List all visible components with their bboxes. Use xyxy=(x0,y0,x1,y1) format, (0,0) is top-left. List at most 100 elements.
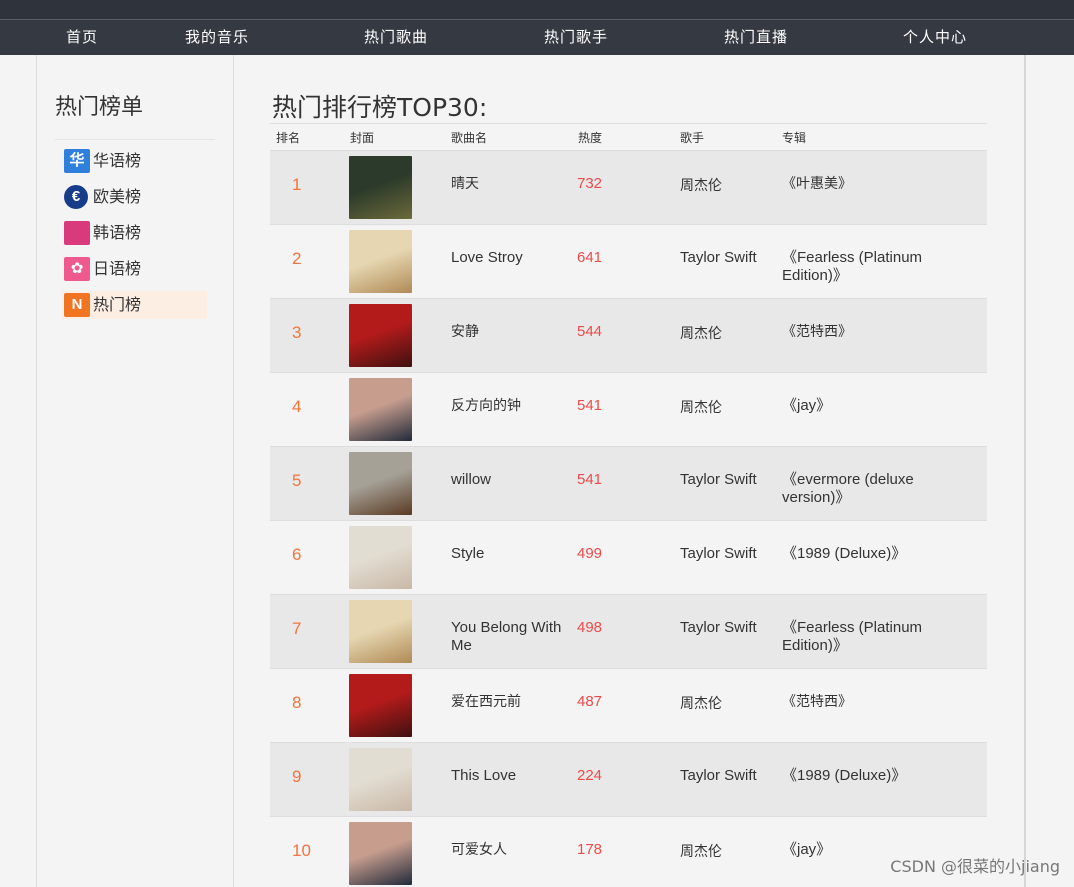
nav-profile[interactable]: 个人中心 xyxy=(903,20,967,55)
song-name[interactable]: 反方向的钟 xyxy=(451,397,571,415)
sidebar-divider xyxy=(55,139,215,140)
rank-number: 6 xyxy=(292,545,302,564)
singer-name[interactable]: 周杰伦 xyxy=(680,841,722,861)
singer-name[interactable]: 周杰伦 xyxy=(680,175,722,195)
album-name[interactable]: 《范特西》 xyxy=(782,323,962,341)
sidebar-item[interactable]: € 欧美榜 xyxy=(63,183,207,211)
sidebar: 热门榜单 华华语榜 € 欧美榜 韩语榜 ✿ 日语榜 N 热门榜 xyxy=(37,55,234,887)
singer-name[interactable]: Taylor Swift xyxy=(680,767,757,784)
album-cover[interactable] xyxy=(349,378,412,441)
table-row[interactable]: 1 晴天 732 周杰伦 《叶惠美》 xyxy=(270,150,987,224)
album-name[interactable]: 《jay》 xyxy=(782,397,962,415)
singer-name[interactable]: Taylor Swift xyxy=(680,545,757,562)
heat-value: 732 xyxy=(577,175,603,192)
song-name[interactable]: This Love xyxy=(451,767,571,785)
header-album: 专辑 xyxy=(782,131,807,145)
table-row[interactable]: 2 Love Stroy 641 Taylor Swift 《Fearless (Pla… xyxy=(270,224,987,298)
heat-value: 498 xyxy=(577,619,603,636)
singer-name[interactable]: 周杰伦 xyxy=(680,397,722,417)
table-row[interactable]: 5 willow 541 Taylor Swift 《evermore (deluxe … xyxy=(270,446,987,520)
album-name[interactable]: 《1989 (Deluxe)》 xyxy=(782,767,962,785)
sidebar-item[interactable]: 华华语榜 xyxy=(63,147,207,175)
table-row[interactable]: 9 This Love 224 Taylor Swift 《1989 (Deluxe)》 xyxy=(270,742,987,816)
table-row[interactable]: 10 可爱女人 178 周杰伦 《jay》 xyxy=(270,816,987,887)
heat-value: 178 xyxy=(577,841,603,858)
rank-number: 9 xyxy=(292,767,302,786)
song-name[interactable]: 安静 xyxy=(451,323,571,341)
song-name[interactable]: willow xyxy=(451,471,571,489)
album-cover[interactable] xyxy=(349,304,412,367)
header-song-name: 歌曲名 xyxy=(451,131,488,145)
album-name[interactable]: 《Fearless (Platinum Edition)》 xyxy=(782,249,962,285)
sidebar-title: 热门榜单 xyxy=(55,95,144,120)
heat-value: 541 xyxy=(577,397,603,414)
heat-value: 641 xyxy=(577,249,603,266)
album-cover[interactable] xyxy=(349,230,412,293)
header-cover: 封面 xyxy=(350,131,375,145)
chinese-chart-icon: 华 xyxy=(64,149,90,173)
sakura-chart-icon: ✿ xyxy=(64,257,90,281)
heat-value: 541 xyxy=(577,471,603,488)
ranking-table: 排名 封面 歌曲名 热度 歌手 专辑 1 晴天 732 周杰伦 《叶惠美》 2 Love S… xyxy=(270,123,987,887)
table-row[interactable]: 3 安静 544 周杰伦 《范特西》 xyxy=(270,298,987,372)
song-name[interactable]: 晴天 xyxy=(451,175,571,193)
nav-my-music[interactable]: 我的音乐 xyxy=(185,20,249,55)
album-cover[interactable] xyxy=(349,600,412,663)
table-row[interactable]: 4 反方向的钟 541 周杰伦 《jay》 xyxy=(270,372,987,446)
sidebar-item-label: 华语榜 xyxy=(93,151,142,170)
table-row[interactable]: 7 You Belong With Me 498 Taylor Swift 《Fearl… xyxy=(270,594,987,668)
album-name[interactable]: 《Fearless (Platinum Edition)》 xyxy=(782,619,962,655)
album-cover[interactable] xyxy=(349,452,412,515)
album-name[interactable]: 《叶惠美》 xyxy=(782,175,962,193)
album-cover[interactable] xyxy=(349,748,412,811)
table-row[interactable]: 6 Style 499 Taylor Swift 《1989 (Deluxe)》 xyxy=(270,520,987,594)
song-name[interactable]: 爱在西元前 xyxy=(451,693,571,711)
header-heat: 热度 xyxy=(578,131,603,145)
album-cover[interactable] xyxy=(349,822,412,885)
rank-number: 8 xyxy=(292,693,302,712)
rank-number: 5 xyxy=(292,471,302,490)
top-strip xyxy=(0,0,1074,19)
singer-name[interactable]: 周杰伦 xyxy=(680,693,722,713)
header-singer: 歌手 xyxy=(680,131,705,145)
sidebar-item-label: 欧美榜 xyxy=(93,187,142,206)
album-cover[interactable] xyxy=(349,156,412,219)
heat-value: 224 xyxy=(577,767,603,784)
album-cover[interactable] xyxy=(349,526,412,589)
nav-hot-singers[interactable]: 热门歌手 xyxy=(544,20,608,55)
nav-home[interactable]: 首页 xyxy=(66,20,98,55)
sidebar-item[interactable]: 韩语榜 xyxy=(63,219,207,247)
rank-number: 10 xyxy=(292,841,311,860)
sidebar-item-label: 日语榜 xyxy=(93,259,142,278)
sidebar-item[interactable]: ✿ 日语榜 xyxy=(63,255,207,283)
sidebar-item-label: 韩语榜 xyxy=(93,223,142,242)
rank-number: 3 xyxy=(292,323,302,342)
table-row[interactable]: 8 爱在西元前 487 周杰伦 《范特西》 xyxy=(270,668,987,742)
song-name[interactable]: 可爱女人 xyxy=(451,841,571,859)
nav-hot-songs[interactable]: 热门歌曲 xyxy=(364,20,428,55)
album-name[interactable]: 《1989 (Deluxe)》 xyxy=(782,545,962,563)
page-title: 热门排行榜TOP30: xyxy=(272,93,488,122)
album-name[interactable]: 《范特西》 xyxy=(782,693,962,711)
watermark: CSDN @很菜的小jiang xyxy=(890,857,1060,876)
singer-name[interactable]: Taylor Swift xyxy=(680,249,757,266)
singer-name[interactable]: Taylor Swift xyxy=(680,471,757,488)
heat-value: 487 xyxy=(577,693,603,710)
main-nav: 首页 我的音乐 热门歌曲 热门歌手 热门直播 个人中心 xyxy=(0,19,1074,55)
album-name[interactable]: 《evermore (deluxe version)》 xyxy=(782,471,962,507)
song-name[interactable]: Love Stroy xyxy=(451,249,571,267)
nav-hot-live[interactable]: 热门直播 xyxy=(724,20,788,55)
rank-number: 1 xyxy=(292,175,302,194)
sidebar-item-label: 热门榜 xyxy=(93,295,142,314)
song-name[interactable]: Style xyxy=(451,545,571,563)
singer-name[interactable]: 周杰伦 xyxy=(680,323,722,343)
song-name[interactable]: You Belong With Me xyxy=(451,619,571,655)
euro-chart-icon: € xyxy=(64,185,88,209)
album-cover[interactable] xyxy=(349,674,412,737)
heat-value: 499 xyxy=(577,545,603,562)
table-body: 1 晴天 732 周杰伦 《叶惠美》 2 Love Stroy 641 Taylor Swift… xyxy=(270,150,987,887)
header-rank: 排名 xyxy=(276,131,301,145)
sidebar-item[interactable]: N 热门榜 xyxy=(63,291,207,319)
korean-chart-icon xyxy=(64,221,90,245)
singer-name[interactable]: Taylor Swift xyxy=(680,619,757,636)
